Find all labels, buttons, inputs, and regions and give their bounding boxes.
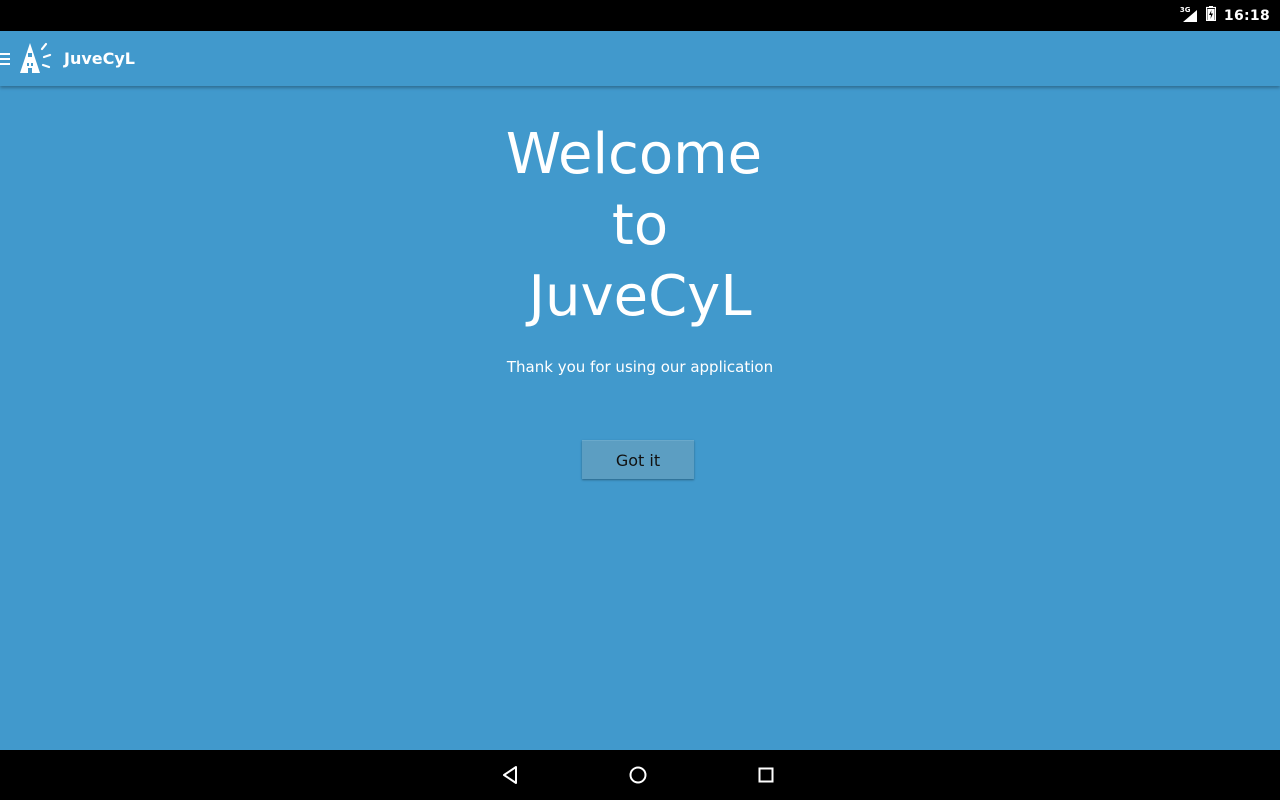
welcome-line-2: to	[611, 193, 669, 258]
navigation-bar	[0, 750, 1280, 800]
app-logo-icon	[16, 39, 56, 79]
welcome-heading: Welcome to JuveCyL	[0, 119, 1280, 332]
network-type: 3G	[1179, 5, 1191, 14]
clock: 16:18	[1223, 7, 1270, 24]
status-icons: 3G 16:18	[1180, 0, 1270, 31]
home-icon[interactable]	[625, 762, 651, 788]
battery-icon	[1205, 5, 1217, 26]
signal-icon: 3G	[1179, 5, 1198, 23]
welcome-line-3: JuveCyL	[528, 264, 752, 329]
status-bar: 3G 16:18	[0, 0, 1280, 31]
screen: 3G 16:18 JuveCyL Welcome to JuveCyL Than…	[0, 0, 1280, 800]
back-icon[interactable]	[498, 762, 524, 788]
app-title: JuveCyL	[64, 49, 135, 68]
welcome-line-1: Welcome	[505, 122, 763, 187]
got-it-button[interactable]: Got it	[582, 440, 694, 479]
app-bar: JuveCyL	[0, 31, 1280, 86]
recents-icon[interactable]	[753, 762, 779, 788]
subtitle: Thank you for using our application	[506, 358, 774, 376]
main-content: Welcome to JuveCyL Thank you for using o…	[0, 86, 1280, 750]
menu-icon[interactable]	[0, 52, 12, 66]
